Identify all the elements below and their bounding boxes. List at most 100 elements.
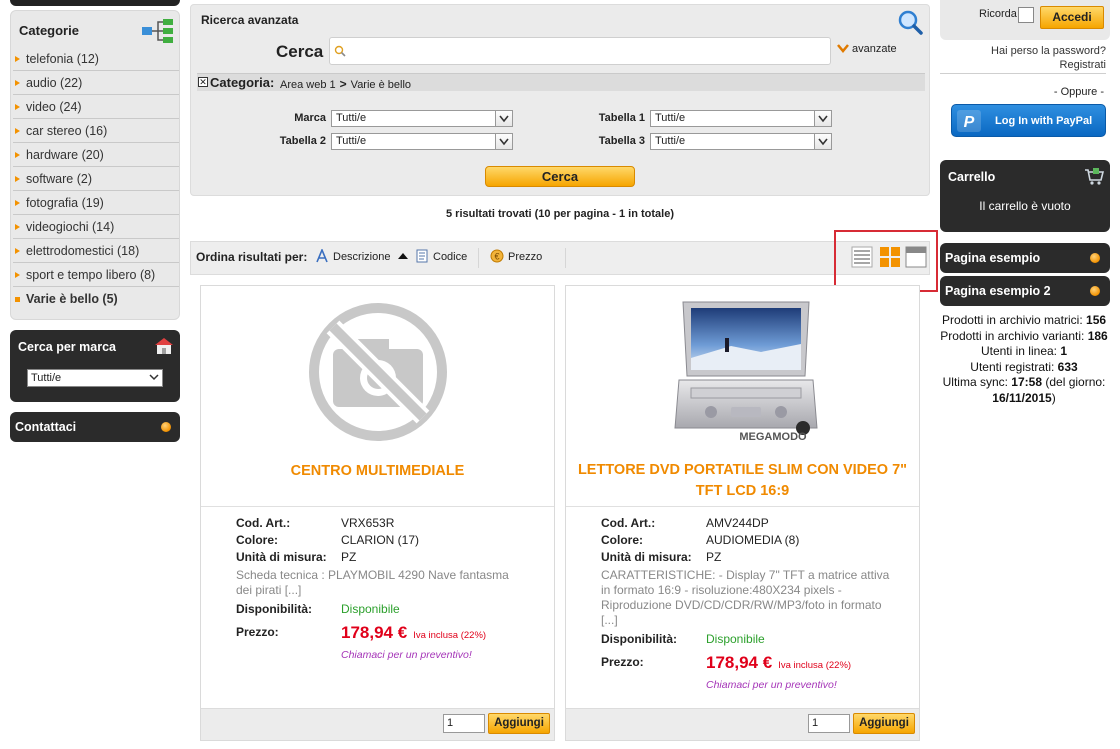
availability-value: Disponibile <box>341 602 400 616</box>
product-description: Scheda tecnica : PLAYMOBIL 4290 Nave fan… <box>236 568 509 597</box>
search-button[interactable]: Cerca <box>485 166 635 187</box>
category-item[interactable]: software (2) <box>13 167 179 191</box>
category-item-active[interactable]: Varie è bello (5) <box>13 287 179 311</box>
category-filter-label: Categoria: <box>210 75 275 90</box>
advanced-search-title: Ricerca avanzata <box>201 13 299 27</box>
stat-label: Utenti in linea: <box>980 344 1057 358</box>
dropdown-button[interactable] <box>495 111 512 126</box>
marca-select[interactable]: Tutti/e <box>331 110 513 127</box>
stat-line: Prodotti in archivio matrici: 156 <box>935 313 1113 329</box>
chevron-down-icon <box>149 374 159 381</box>
orange-dot-icon <box>1090 253 1100 263</box>
quote-link[interactable]: Chiamaci per un preventivo! <box>706 679 837 691</box>
advanced-search-panel: Ricerca avanzata Cerca avanzate ✕ Catego… <box>190 4 930 196</box>
card-footer: 1 Aggiungi <box>201 708 554 740</box>
breadcrumb-root[interactable]: Area web 1 <box>280 79 336 91</box>
code-value: VRX653R <box>341 516 395 530</box>
stat-line: Utenti registrati: 633 <box>935 360 1113 376</box>
unit-label: Unità di misura: <box>236 550 327 564</box>
image-caption: MEGAMODO <box>739 431 807 443</box>
color-value: CLARION (17) <box>341 533 420 547</box>
category-item[interactable]: sport e tempo libero (8) <box>13 263 179 287</box>
sort-by-code[interactable]: Codice <box>415 249 467 267</box>
forgot-password-link[interactable]: Hai perso la password? <box>940 44 1106 58</box>
page-link-label: Pagina esempio 2 <box>945 284 1051 298</box>
register-link[interactable]: Registrati <box>940 58 1106 72</box>
stat-label: ) <box>1051 390 1056 405</box>
category-item[interactable]: hardware (20) <box>13 143 179 167</box>
product-title-line: LETTORE DVD PORTATILE SLIM CON VIDEO 7" <box>577 462 908 478</box>
stat-label: (del giorno: <box>1045 375 1106 389</box>
code-label: Cod. Art.: <box>601 516 655 530</box>
search-input[interactable] <box>329 37 831 65</box>
price-value: 178,94 € Iva inclusa (22%) <box>706 653 851 673</box>
page-link-label: Pagina esempio <box>945 251 1041 265</box>
category-item[interactable]: car stereo (16) <box>13 119 179 143</box>
category-filter-bar: ✕ Categoria: Area web 1 > Varie è bello <box>197 73 925 91</box>
category-item[interactable]: elettrodomestici (18) <box>13 239 179 263</box>
dropdown-button[interactable] <box>495 134 512 149</box>
stat-value: 16/11/2015 <box>992 390 1052 405</box>
product-title[interactable]: CENTRO MULTIMEDIALE <box>205 461 550 482</box>
chevron-down-icon <box>499 115 509 123</box>
sort-by-price[interactable]: € Prezzo <box>490 249 542 267</box>
price-value: 178,94 € Iva inclusa (22%) <box>341 623 486 643</box>
tabella3-select[interactable]: Tutti/e <box>650 133 832 150</box>
sort-by-description[interactable]: Descrizione <box>315 249 408 267</box>
cart-panel: Carrello Il carrello è vuoto <box>940 160 1110 232</box>
cart-title[interactable]: Carrello <box>948 170 995 184</box>
tabella1-label: Tabella 1 <box>598 112 645 124</box>
sort-bar: Ordina risultati per: Descrizione Codice… <box>190 241 930 275</box>
site-stats: Prodotti in archivio matrici: 156 Prodot… <box>935 313 1113 406</box>
color-value: AUDIOMEDIA (8) <box>706 533 800 547</box>
top-left-strip <box>10 0 180 6</box>
tabella2-select[interactable]: Tutti/e <box>331 133 513 150</box>
quantity-input[interactable]: 1 <box>443 714 485 733</box>
category-item[interactable]: video (24) <box>13 95 179 119</box>
add-to-cart-button[interactable]: Aggiungi <box>488 713 550 734</box>
add-to-cart-button[interactable]: Aggiungi <box>853 713 915 734</box>
quote-link[interactable]: Chiamaci per un preventivo! <box>341 649 472 661</box>
category-item[interactable]: fotografia (19) <box>13 191 179 215</box>
brand-select[interactable]: Tutti/e <box>27 369 163 387</box>
stat-value: 17:58 <box>1011 375 1042 389</box>
availability-label-text: Disponibilità: <box>236 602 312 616</box>
unit-label: Unità di misura: <box>601 550 692 564</box>
orange-dot-icon <box>1090 286 1100 296</box>
price-label: Prezzo: <box>601 655 644 669</box>
dropdown-button[interactable] <box>814 134 831 149</box>
page-link[interactable]: Pagina esempio 2 <box>940 276 1110 306</box>
vat-note: Iva inclusa (22%) <box>413 630 487 641</box>
product-image[interactable]: MEGAMODO <box>671 296 821 446</box>
card-footer: 1 Aggiungi <box>566 708 919 740</box>
unit-label-text: Unità di misura: <box>236 550 327 564</box>
advanced-toggle[interactable]: avanzate <box>837 43 897 55</box>
page-link[interactable]: Pagina esempio <box>940 243 1110 273</box>
login-button[interactable]: Accedi <box>1040 6 1104 29</box>
breadcrumb-separator: > <box>339 77 347 91</box>
or-separator: - Oppure - <box>1053 86 1104 98</box>
contact-panel[interactable]: Contattaci <box>10 412 180 442</box>
dropdown-button[interactable] <box>814 111 831 126</box>
breadcrumb: Area web 1 > Varie è bello <box>280 77 411 91</box>
close-icon[interactable]: ✕ <box>198 77 208 87</box>
product-title[interactable]: LETTORE DVD PORTATILE SLIM CON VIDEO 7" … <box>570 460 915 502</box>
remember-checkbox[interactable] <box>1018 7 1034 23</box>
category-item[interactable]: telefonia (12) <box>13 47 179 71</box>
color-label-text: Colore: <box>236 533 278 547</box>
breadcrumb-leaf[interactable]: Varie è bello <box>351 79 411 91</box>
tabella1-select-value: Tutti/e <box>655 112 686 124</box>
availability-label: Disponibilità: <box>236 602 312 616</box>
search-label: Cerca <box>276 42 324 61</box>
unit-value: PZ <box>341 550 357 564</box>
quantity-input[interactable]: 1 <box>808 714 850 733</box>
tabella1-select[interactable]: Tutti/e <box>650 110 832 127</box>
code-label-text: Cod. Art.: <box>601 516 656 530</box>
availability-value: Disponibile <box>706 632 765 646</box>
product-card: MEGAMODO LETTORE DVD PORTATILE SLIM CON … <box>565 285 920 741</box>
brand-search-panel: Cerca per marca Tutti/e <box>10 330 180 402</box>
paypal-login-button[interactable]: P Log In with PayPal <box>951 104 1106 137</box>
advanced-toggle-label: avanzate <box>852 43 897 55</box>
category-item[interactable]: videogiochi (14) <box>13 215 179 239</box>
category-item[interactable]: audio (22) <box>13 71 179 95</box>
